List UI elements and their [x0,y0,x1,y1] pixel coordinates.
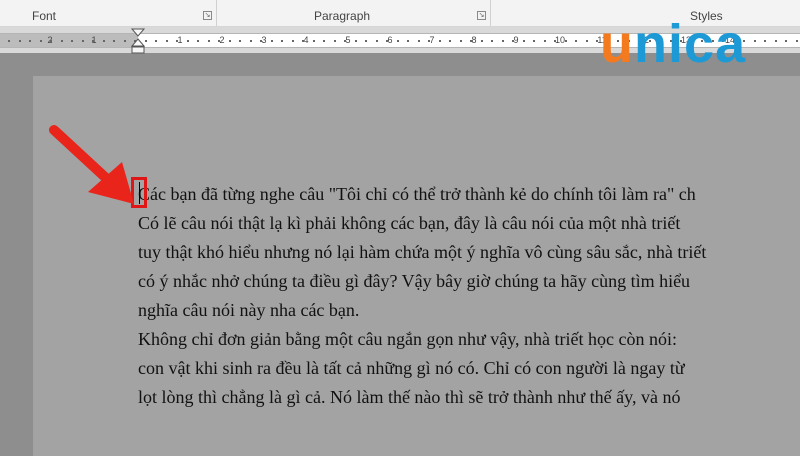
ruler-tick [229,40,231,42]
ruler-tick [533,40,535,42]
logo-letter: i [668,14,685,74]
ruler-tick [344,40,346,42]
ribbon-group-paragraph-label: Paragraph [314,9,371,23]
ruler-tick [554,40,556,42]
ruler-tick [502,40,504,42]
ruler-tick [764,40,766,42]
ruler-tick [460,40,462,42]
ruler-label: 9 [513,35,519,45]
ruler-label: 7 [429,35,435,45]
ruler-tick [355,40,357,42]
ruler-tick [418,40,420,42]
ruler-tick [281,40,283,42]
paragraph-line: lọt lòng thì chẳng là gì cả. Nó làm thế … [138,387,681,407]
ruler-tick [544,40,546,42]
ruler-tick [124,40,126,42]
ruler-tick [491,40,493,42]
logo-letter: a [715,14,747,74]
ruler-tick [428,40,430,42]
ruler-tick [449,40,451,42]
ruler-tick [754,40,756,42]
ruler-tick [176,40,178,42]
logo-letter: u [600,14,634,74]
red-arrow-icon [49,125,134,204]
ribbon-group-font-label: Font [32,9,57,23]
ruler-tick [470,40,472,42]
ruler-label: 4 [303,35,309,45]
ruler-tick [407,40,409,42]
ruler-tick [365,40,367,42]
ruler-label: 3 [261,35,267,45]
ruler-tick [29,40,31,42]
ruler-label: 1 [177,35,183,45]
ruler-tick [92,40,94,42]
ruler-tick [260,40,262,42]
ruler-tick [113,40,115,42]
ruler-tick [334,40,336,42]
ruler-label: 10 [554,35,566,45]
ruler-tick [292,40,294,42]
paragraph-line: Không chỉ đơn giản bằng một câu ngắn gọn… [138,329,677,349]
ruler-tick [61,40,63,42]
ruler-tick [187,40,189,42]
ruler-tick [586,40,588,42]
ruler-tick [250,40,252,42]
ruler-tick [565,40,567,42]
document-body[interactable]: Các bạn đã từng nghe câu "Tôi chỉ có thể… [138,180,706,412]
ribbon-separator [216,0,217,26]
ruler-tick [596,40,598,42]
ruler-tick [523,40,525,42]
ruler-tick [796,40,798,42]
unica-logo: unica [600,14,746,74]
ruler-tick [218,40,220,42]
ruler-tick [302,40,304,42]
ruler-tick [155,40,157,42]
ruler-label: 6 [387,35,393,45]
ruler-tick [71,40,73,42]
ruler-label: 2 [219,35,225,45]
ruler-tick [775,40,777,42]
paragraph-line: tuy thật khó hiểu nhưng nó lại hàm chứa … [138,242,707,262]
ruler-tick [785,40,787,42]
ruler-tick [239,40,241,42]
ruler-tick [313,40,315,42]
ruler-tick [397,40,399,42]
ruler-tick [271,40,273,42]
ruler-tick [103,40,105,42]
logo-letter: n [634,14,668,74]
paragraph-line: Các bạn đã từng nghe câu "Tôi chỉ có thể… [138,184,696,204]
ruler-tick [145,40,147,42]
ruler-tick [8,40,10,42]
ruler-tick [386,40,388,42]
ruler-tick [166,40,168,42]
ruler-tick [197,40,199,42]
indent-marker-icon[interactable] [131,28,145,54]
paragraph-line: Có lẽ câu nói thật lạ kì phải không các … [138,213,681,233]
ruler-tick [208,40,210,42]
ruler-label: 5 [345,35,351,45]
ruler-tick [40,40,42,42]
paragraph-line: có ý nhắc nhở chúng ta điều gì đây? Vậy … [138,271,691,291]
ruler-tick [50,40,52,42]
ruler-tick [19,40,21,42]
paragraph-line: con vật khi sinh ra đều là tất cả những … [138,358,685,378]
font-dialog-launcher-icon[interactable]: ↘ [203,11,212,20]
ruler-tick [481,40,483,42]
ruler-tick [376,40,378,42]
ruler-tick [82,40,84,42]
ruler-label: 8 [471,35,477,45]
ruler-tick [512,40,514,42]
paragraph-line: nghĩa câu nói này nha các bạn. [138,300,360,320]
ruler-tick [575,40,577,42]
logo-letter: c [684,14,716,74]
ribbon-separator [490,0,491,26]
paragraph-dialog-launcher-icon[interactable]: ↘ [477,11,486,20]
ruler-tick [439,40,441,42]
ruler-tick [323,40,325,42]
